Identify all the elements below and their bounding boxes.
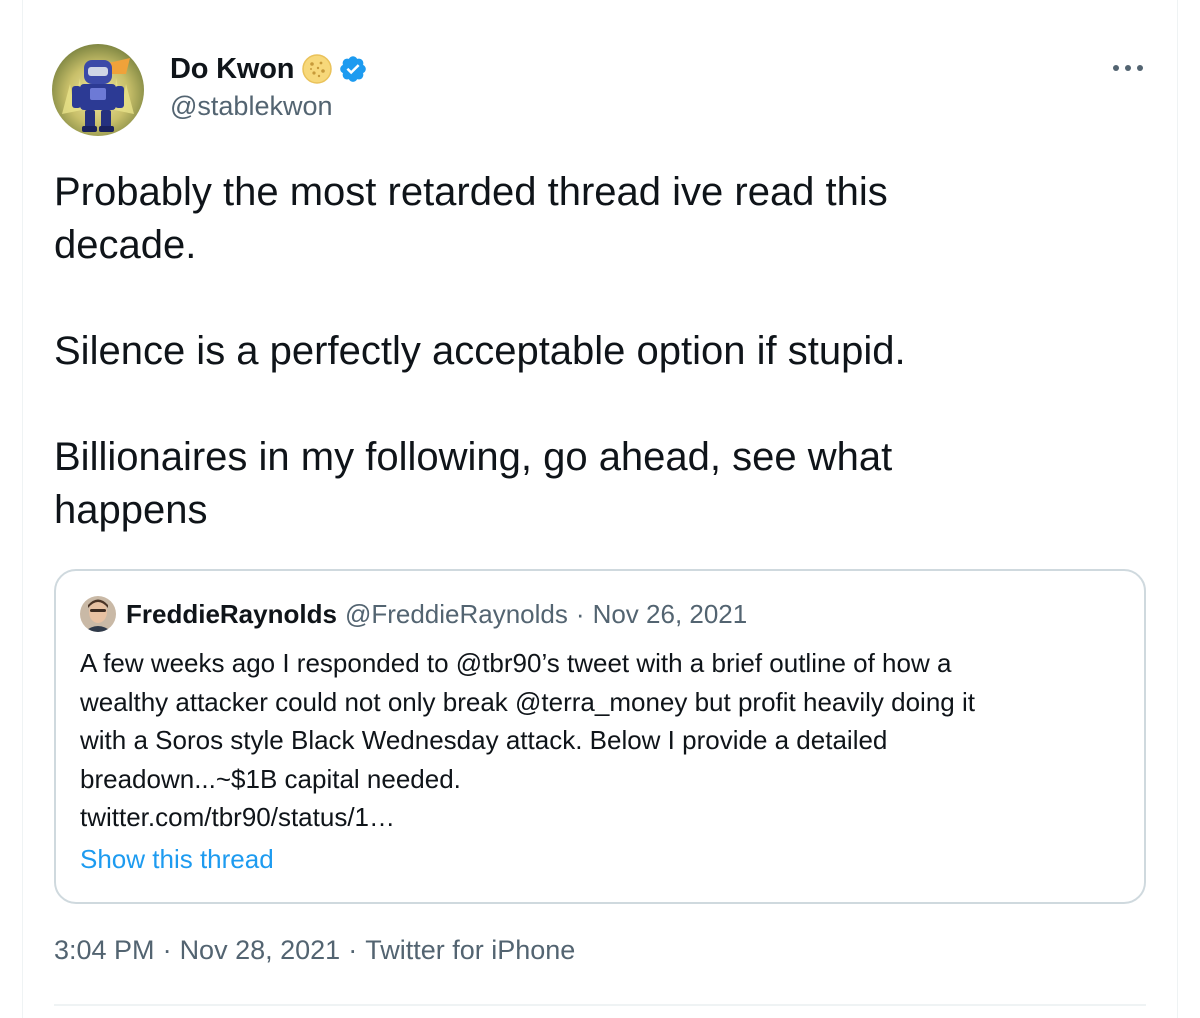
- tweet-line: Probably the most retarded thread ive re…: [54, 170, 888, 214]
- author-avatar[interactable]: [52, 44, 144, 136]
- tweet-paragraph: Billionaires in my following, go ahead, …: [54, 431, 1114, 537]
- quoted-author-avatar[interactable]: [80, 596, 116, 632]
- quoted-author-handle[interactable]: @FreddieRaynolds: [345, 599, 568, 630]
- verified-badge-icon: [338, 54, 368, 84]
- tweet-time[interactable]: 3:04 PM: [54, 935, 155, 965]
- show-this-thread-link[interactable]: Show this thread: [80, 844, 274, 875]
- tweet-line: happens: [54, 488, 208, 532]
- tweet-line: Billionaires in my following, go ahead, …: [54, 435, 893, 479]
- person-avatar-image: [80, 596, 116, 632]
- separator-dot: ·: [162, 935, 172, 965]
- tweet-paragraph: Silence is a perfectly acceptable option…: [54, 325, 1114, 378]
- tweet-paragraph: Probably the most retarded thread ive re…: [54, 166, 1114, 272]
- quoted-text-line: with a Soros style Black Wednesday attac…: [80, 725, 888, 755]
- quoted-tweet-header: FreddieRaynolds @FreddieRaynolds · Nov 2…: [80, 596, 747, 632]
- author-display-name[interactable]: Do Kwon: [170, 53, 294, 86]
- tweet-metadata: 3:04 PM · Nov 28, 2021 · Twitter for iPhone: [54, 935, 575, 966]
- tweet-source[interactable]: Twitter for iPhone: [365, 935, 575, 965]
- separator-dot: ·: [575, 598, 585, 629]
- cookie-icon: [302, 54, 332, 84]
- author-name-row: Do Kwon: [170, 52, 368, 86]
- quoted-text-line: A few weeks ago I responded to @tbr90’s …: [80, 648, 952, 678]
- quoted-tweet-card[interactable]: FreddieRaynolds @FreddieRaynolds · Nov 2…: [54, 569, 1146, 904]
- quoted-text-link[interactable]: twitter.com/tbr90/status/1…: [80, 798, 1120, 837]
- more-options-icon[interactable]: [1110, 56, 1146, 80]
- quoted-tweet-text: A few weeks ago I responded to @tbr90’s …: [80, 644, 1120, 837]
- tweet-line: Silence is a perfectly acceptable option…: [54, 329, 906, 373]
- quoted-text-line: breadown...~$1B capital needed.: [80, 763, 461, 794]
- quoted-author-name[interactable]: FreddieRaynolds: [126, 599, 337, 630]
- author-handle[interactable]: @stablekwon: [170, 91, 333, 122]
- separator-dot: ·: [348, 935, 358, 965]
- tweet-line: decade.: [54, 223, 197, 267]
- robot-avatar-image: [52, 44, 144, 136]
- tweet-date[interactable]: Nov 28, 2021: [180, 935, 341, 965]
- quoted-text-line: wealthy attacker could not only break @t…: [80, 686, 975, 717]
- tweet-text: Probably the most retarded thread ive re…: [54, 166, 1114, 537]
- divider: [54, 1004, 1146, 1006]
- quoted-tweet-date[interactable]: Nov 26, 2021: [593, 599, 748, 630]
